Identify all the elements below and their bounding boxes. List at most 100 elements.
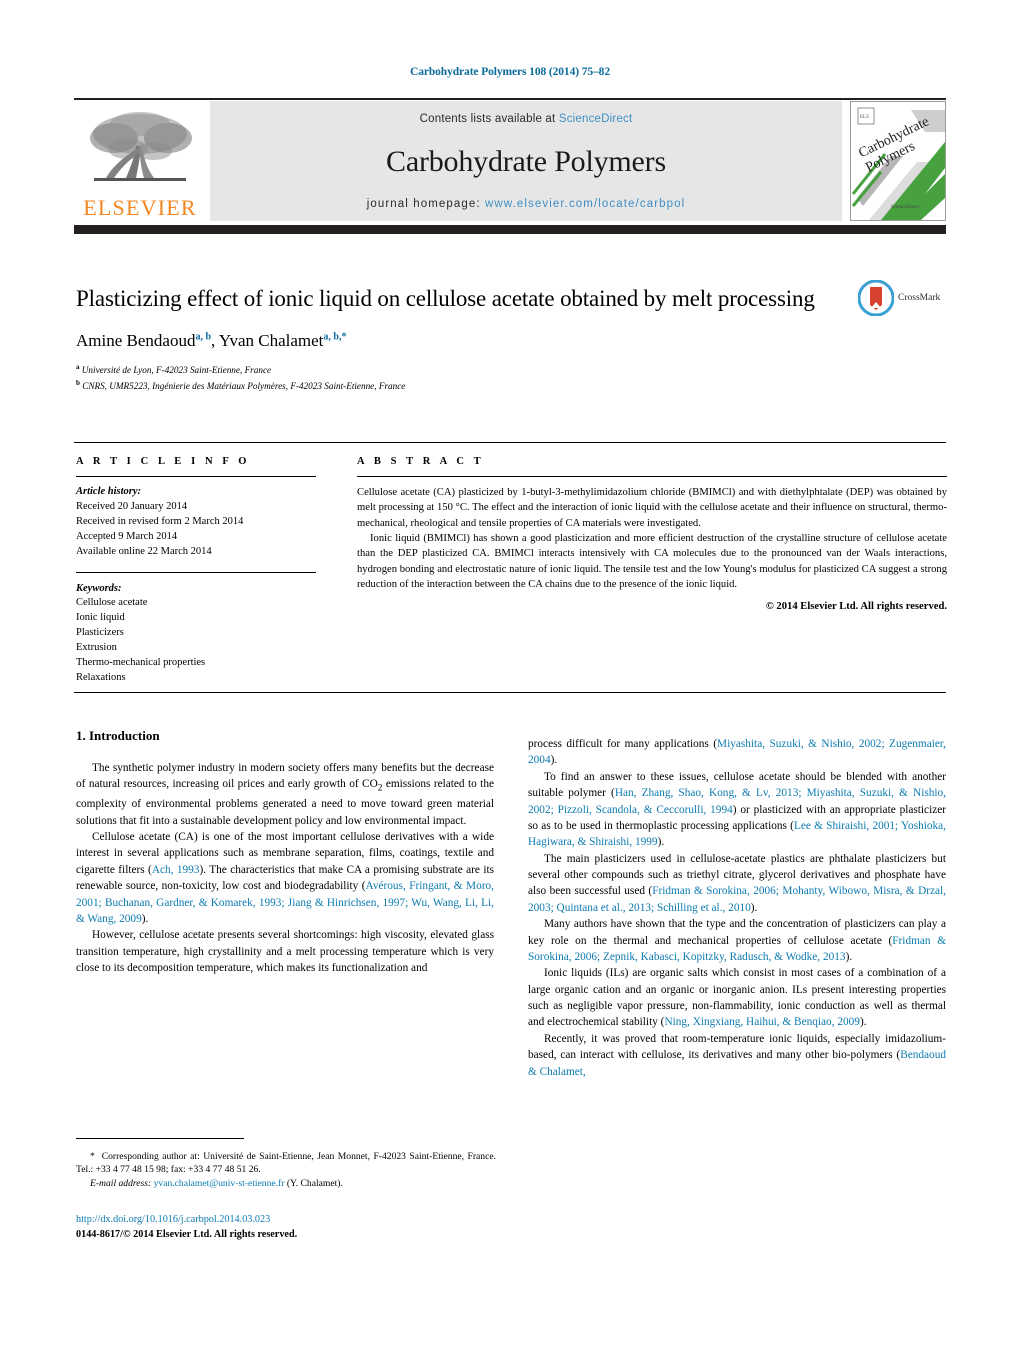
section-heading-introduction: 1. Introduction <box>76 728 160 743</box>
body-paragraph: Cellulose acetate (CA) is one of the mos… <box>76 829 494 927</box>
abstract-body: Cellulose acetate (CA) plasticized by 1-… <box>357 485 947 593</box>
masthead-top-rule <box>74 98 946 100</box>
abstract-column: A B S T R A C T Cellulose acetate (CA) p… <box>357 456 947 612</box>
body-text-run: process difficult for many applications … <box>528 738 718 750</box>
keyword-1: Ionic liquid <box>76 612 125 624</box>
issn-copyright-line: 0144-8617/© 2014 Elsevier Ltd. All right… <box>76 1228 298 1240</box>
author-separator: , <box>211 331 219 351</box>
paper-page: Carbohydrate Polymers 108 (2014) 75–82 E… <box>0 0 1020 1351</box>
email-suffix: (Y. Chalamet). <box>284 1177 343 1189</box>
body-text-run: ). <box>141 912 149 925</box>
sciencedirect-link[interactable]: ScienceDirect <box>559 113 633 125</box>
article-history-label: Article history: <box>76 486 142 497</box>
author-1-marks: a, b,* <box>323 331 347 343</box>
author-1-name: Yvan Chalamet <box>218 331 324 351</box>
title-block: Plasticizing effect of ionic liquid on c… <box>76 284 846 394</box>
body-paragraph: process difficult for many applications … <box>528 736 946 769</box>
body-text-run: ). <box>750 901 758 914</box>
info-section-top-rule <box>74 442 946 443</box>
body-column-left: 1. Introduction The synthetic polymer in… <box>76 728 494 976</box>
body-paragraph: Many authors have shown that the type an… <box>528 916 946 965</box>
abstract-paragraph-1: Ionic liquid (BMIMCl) has shown a good p… <box>357 533 947 591</box>
body-paragraph: The main plasticizers used in cellulose-… <box>528 851 946 917</box>
elsevier-logo: ELSEVIER <box>74 101 206 221</box>
crossmark-label: CrossMark <box>898 293 941 303</box>
footnote-star: * <box>90 1151 95 1162</box>
body-text-run: Many authors have shown that the type an… <box>528 918 946 947</box>
info-section-bottom-rule <box>74 692 946 693</box>
author-0-marks: a, b <box>195 331 212 343</box>
affiliation-list: a Université de Lyon, F-42023 Saint-Etie… <box>76 362 846 394</box>
affiliation-a-mark: a <box>76 363 80 372</box>
corresponding-author-footnote: * Corresponding author at: Université de… <box>76 1150 496 1190</box>
footnote-text: Corresponding author at: Université de S… <box>76 1151 496 1176</box>
footnote-rule <box>76 1138 244 1139</box>
journal-title: Carbohydrate Polymers <box>386 144 666 178</box>
journal-cover-thumbnail[interactable]: ELS Carbohydrate Polymers ScienceDirect <box>850 101 946 221</box>
keyword-4: Thermo-mechanical properties <box>76 657 206 669</box>
email-address-label: E-mail address: <box>90 1177 152 1189</box>
body-text-run: However, cellulose acetate presents seve… <box>76 929 494 975</box>
homepage-url-link[interactable]: www.elsevier.com/locate/carbpol <box>485 198 685 210</box>
elsevier-tree-icon <box>90 112 192 181</box>
crossmark-badge[interactable]: CrossMark <box>858 280 958 316</box>
article-info-rule <box>76 476 316 477</box>
keyword-5: Relaxations <box>76 671 126 683</box>
body-paragraph: Recently, it was proved that room-temper… <box>528 1031 946 1080</box>
body-text-run: ). <box>657 836 665 849</box>
affiliation-b-text: CNRS, UMR5223, Ingénierie des Matériaux … <box>82 381 406 392</box>
doi-link[interactable]: http://dx.doi.org/10.1016/j.carbpol.2014… <box>76 1213 506 1228</box>
homepage-prefix: journal homepage: <box>366 198 485 210</box>
article-info-separator <box>76 571 316 573</box>
keywords-group: Keywords: Cellulose acetate Ionic liquid… <box>76 582 316 686</box>
elsevier-wordmark: ELSEVIER <box>83 195 197 220</box>
article-info-heading: A R T I C L E I N F O <box>76 456 251 467</box>
running-head: Carbohydrate Polymers 108 (2014) 75–82 <box>410 66 610 78</box>
history-item-2: Accepted 9 March 2014 <box>76 530 178 542</box>
email-link[interactable]: yvan.chalamet@univ-st-etienne.fr <box>154 1178 285 1189</box>
citation-link[interactable]: Ach, 1993 <box>152 864 200 876</box>
history-item-0: Received 20 January 2014 <box>76 500 188 512</box>
body-paragraph: Ionic liquids (ILs) are organic salts wh… <box>528 965 946 1031</box>
svg-text:ScienceDirect: ScienceDirect <box>891 205 920 210</box>
history-item-1: Received in revised form 2 March 2014 <box>76 515 244 527</box>
author-list: Amine Bendaouda, b, Yvan Chalameta, b,* <box>76 331 846 351</box>
footer-doi-block: http://dx.doi.org/10.1016/j.carbpol.2014… <box>76 1213 506 1243</box>
article-info-column: A R T I C L E I N F O Article history: R… <box>76 456 316 686</box>
contents-available-line: Contents lists available at ScienceDirec… <box>420 113 633 125</box>
masthead-bottom-bar <box>74 225 946 234</box>
keyword-0: Cellulose acetate <box>76 597 148 609</box>
keywords-label: Keywords: <box>76 582 122 594</box>
abstract-paragraph-0: Cellulose acetate (CA) plasticized by 1-… <box>357 487 947 529</box>
affiliation-b: b CNRS, UMR5223, Ingénierie des Matériau… <box>76 378 846 394</box>
intro-right-text: process difficult for many applications … <box>528 736 946 1080</box>
abstract-rule <box>357 476 947 477</box>
affiliation-b-mark: b <box>76 379 80 388</box>
crossmark-icon <box>858 280 894 316</box>
footnote-email-line: E-mail address: yvan.chalamet@univ-st-et… <box>76 1177 496 1190</box>
contents-prefix: Contents lists available at <box>419 113 559 125</box>
body-text-run: ). <box>859 1016 867 1029</box>
article-history-group: Article history: Received 20 January 201… <box>76 485 316 560</box>
affiliation-a: a Université de Lyon, F-42023 Saint-Etie… <box>76 362 846 378</box>
history-item-3: Available online 22 March 2014 <box>76 545 212 557</box>
abstract-heading: A B S T R A C T <box>357 456 485 467</box>
intro-left-text: The synthetic polymer industry in modern… <box>76 760 494 976</box>
keyword-2: Plasticizers <box>76 627 124 639</box>
affiliation-a-text: Université de Lyon, F-42023 Saint-Etienn… <box>81 365 272 376</box>
page-title: Plasticizing effect of ionic liquid on c… <box>76 286 815 311</box>
body-paragraph: To find an answer to these issues, cellu… <box>528 769 946 851</box>
journal-masthead: ELSEVIER Contents lists available at Sci… <box>74 98 946 234</box>
body-paragraph: However, cellulose acetate presents seve… <box>76 927 494 976</box>
body-text-run: Recently, it was proved that room-temper… <box>528 1032 946 1062</box>
keyword-3: Extrusion <box>76 642 117 654</box>
abstract-copyright: © 2014 Elsevier Ltd. All rights reserved… <box>765 600 947 612</box>
body-text-run: ). <box>845 950 853 963</box>
body-paragraph: The synthetic polymer industry in modern… <box>76 760 494 829</box>
citation-link[interactable]: Ning, Xingxiang, Haihui, & Benqiao, 2009 <box>664 1016 859 1028</box>
body-text-run: ). <box>550 754 558 767</box>
svg-text:ELS: ELS <box>860 115 869 120</box>
journal-homepage-line: journal homepage: www.elsevier.com/locat… <box>367 198 686 210</box>
journal-cover-art: ELS Carbohydrate Polymers ScienceDirect <box>851 102 945 220</box>
journal-band: Contents lists available at ScienceDirec… <box>210 101 842 221</box>
